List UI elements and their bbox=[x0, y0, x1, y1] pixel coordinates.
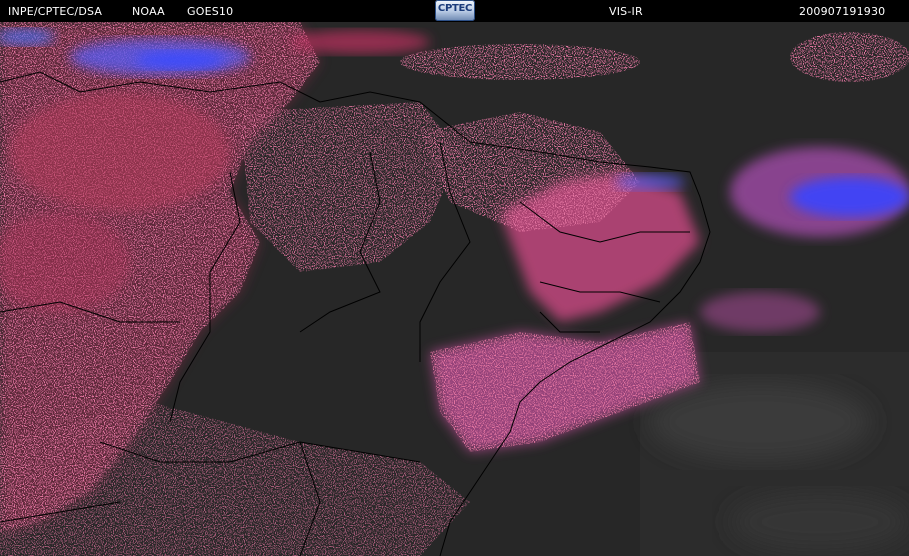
header-datetime: 200907191930 bbox=[799, 5, 886, 18]
header-satellite: GOES10 bbox=[187, 5, 234, 18]
header-agency: NOAA bbox=[132, 5, 165, 18]
header-organization: INPE/CPTEC/DSA bbox=[8, 5, 103, 18]
logo-text: CPTEC bbox=[437, 3, 473, 14]
satellite-image-frame: INPE/CPTEC/DSA NOAA GOES10 VIS-IR 200907… bbox=[0, 0, 909, 556]
satellite-map-svg bbox=[0, 22, 909, 556]
ocean-cloud-gray bbox=[650, 382, 870, 462]
ocean-cloud-gray-south bbox=[730, 492, 909, 552]
satellite-map bbox=[0, 22, 909, 556]
header-channel: VIS-IR bbox=[609, 5, 643, 18]
cptec-logo-icon: CPTEC bbox=[435, 0, 475, 21]
